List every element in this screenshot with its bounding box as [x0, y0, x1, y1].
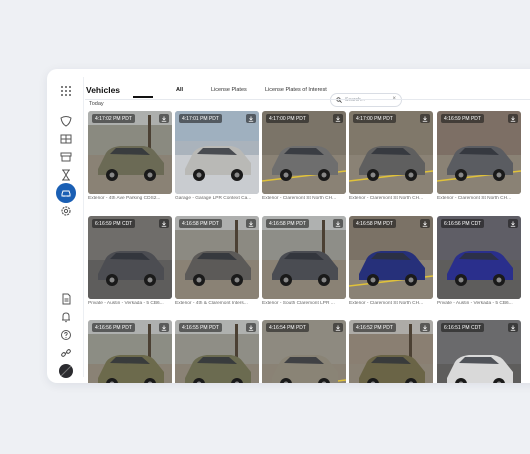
vehicle-card[interactable]: 4:16:54 PM PDT [262, 320, 346, 383]
download-icon[interactable] [508, 323, 518, 332]
search-icon [336, 97, 342, 103]
vehicle-thumbnail[interactable]: 4:16:58 PM PDT [349, 216, 433, 299]
vehicle-thumbnail[interactable]: 4:16:58 PM PDT [262, 216, 346, 299]
download-icon[interactable] [508, 114, 518, 123]
hourglass-icon[interactable] [56, 165, 76, 185]
vehicle-thumbnail[interactable]: 6:16:56 PM CDT [437, 216, 521, 299]
download-icon[interactable] [333, 323, 343, 332]
download-icon[interactable] [159, 114, 169, 123]
vehicle-card[interactable]: 4:16:55 PM PDT [175, 320, 259, 383]
vehicle-card[interactable]: 4:17:01 PM PDT Garage - Garage LPR Conte… [175, 111, 259, 201]
vehicle-thumbnail[interactable]: 4:16:58 PM PDT [175, 216, 259, 299]
vehicle-card[interactable]: 4:17:00 PM PDT Exterior - Claremont St N… [349, 111, 433, 201]
download-icon[interactable] [246, 114, 256, 123]
timestamp-badge: 4:17:02 PM PDT [92, 114, 135, 123]
document-icon[interactable] [56, 289, 76, 309]
vehicle-thumbnail[interactable]: 6:16:59 PM CDT [88, 216, 172, 299]
page-header: Vehicles All License Plates License Plat… [85, 79, 530, 107]
avatar[interactable] [56, 361, 76, 381]
vehicle-thumbnail[interactable]: 4:17:00 PM PDT [349, 111, 433, 194]
sidebar-rail [55, 77, 77, 378]
vehicle-card[interactable]: 4:16:52 PM PDT [349, 320, 433, 383]
vehicle-thumbnail[interactable]: 6:16:51 PM CDT [437, 320, 521, 383]
section-label: Today [89, 101, 104, 107]
camera-caption: Exterior - Claremont St North CH... [262, 196, 337, 201]
vehicle-thumbnail[interactable]: 4:16:52 PM PDT [349, 320, 433, 383]
timestamp-badge: 4:17:00 PM PDT [353, 114, 396, 123]
timestamp-badge: 4:16:56 PM PDT [92, 323, 135, 332]
camera-caption: Private - Austin - Verkada - 5 CB6... [88, 301, 164, 306]
camera-caption: Exterior - Claremont St North CH... [349, 196, 424, 201]
shield-icon[interactable] [56, 111, 76, 131]
apps-grid-icon[interactable] [56, 81, 76, 101]
active-tab-indicator [133, 96, 153, 98]
app-window: Vehicles All License Plates License Plat… [47, 69, 530, 383]
vehicle-thumbnail[interactable]: 4:16:59 PM PDT [437, 111, 521, 194]
download-icon[interactable] [159, 323, 169, 332]
download-icon[interactable] [420, 114, 430, 123]
timestamp-badge: 6:16:56 PM CDT [441, 219, 485, 228]
search-box[interactable]: Search... × [330, 93, 402, 107]
camera-caption: Exterior - Claremont St North CH... [349, 301, 424, 306]
vehicle-card[interactable]: 4:16:56 PM PDT [88, 320, 172, 383]
vehicle-thumbnail[interactable]: 4:17:02 PM PDT [88, 111, 172, 194]
download-icon[interactable] [246, 323, 256, 332]
download-icon[interactable] [420, 323, 430, 332]
vehicle-card[interactable]: 6:16:59 PM CDT Private - Austin - Verkad… [88, 216, 172, 306]
timestamp-badge: 4:16:58 PM PDT [353, 219, 396, 228]
download-icon[interactable] [246, 219, 256, 228]
vehicle-card[interactable]: 4:16:58 PM PDT Exterior - South Claremon… [262, 216, 346, 306]
download-icon[interactable] [159, 219, 169, 228]
camera-caption: Exterior - South Claremont LPR ... [262, 301, 335, 306]
vehicle-card[interactable]: 6:16:56 PM CDT Private - Austin - Verkad… [437, 216, 521, 306]
bell-icon[interactable] [56, 307, 76, 327]
vehicle-card[interactable]: 4:17:00 PM PDT Exterior - Claremont St N… [262, 111, 346, 201]
tab-all[interactable]: All [176, 87, 183, 97]
header-divider [85, 99, 530, 100]
camera-caption: Exterior - Claremont St North CH... [437, 196, 512, 201]
timestamp-badge: 4:16:55 PM PDT [179, 323, 222, 332]
timestamp-badge: 6:16:59 PM CDT [92, 219, 136, 228]
archive-icon[interactable] [56, 147, 76, 167]
vehicle-thumbnail[interactable]: 4:17:00 PM PDT [262, 111, 346, 194]
vehicle-icon[interactable] [56, 183, 76, 203]
timestamp-badge: 6:16:51 PM CDT [441, 323, 485, 332]
vehicle-card[interactable]: 6:16:51 PM CDT [437, 320, 521, 383]
link-icon[interactable] [56, 343, 76, 363]
vehicle-thumbnail[interactable]: 4:16:55 PM PDT [175, 320, 259, 383]
timestamp-badge: 4:16:58 PM PDT [179, 219, 222, 228]
timestamp-badge: 4:16:52 PM PDT [353, 323, 396, 332]
vehicle-thumbnail[interactable]: 4:16:54 PM PDT [262, 320, 346, 383]
timestamp-badge: 4:17:01 PM PDT [179, 114, 222, 123]
timestamp-badge: 4:16:59 PM PDT [441, 114, 484, 123]
camera-caption: Garage - Garage LPR Context Ca... [175, 196, 252, 201]
download-icon[interactable] [420, 219, 430, 228]
timestamp-badge: 4:16:58 PM PDT [266, 219, 309, 228]
vehicle-thumbnail[interactable]: 4:16:56 PM PDT [88, 320, 172, 383]
vehicle-thumbnail[interactable]: 4:17:01 PM PDT [175, 111, 259, 194]
timestamp-badge: 4:17:00 PM PDT [266, 114, 309, 123]
vehicle-card[interactable]: 4:16:59 PM PDT Exterior - Claremont St N… [437, 111, 521, 201]
timestamp-badge: 4:16:54 PM PDT [266, 323, 309, 332]
camera-caption: Private - Austin - Verkada - 5 CB6... [437, 301, 513, 306]
camera-caption: Exterior - 4th Ave Parking CDS2... [88, 196, 161, 201]
tab-license-plates-of-interest[interactable]: License Plates of Interest [265, 87, 327, 97]
sidebar-divider [83, 77, 84, 377]
vehicle-card[interactable]: 4:17:02 PM PDT Exterior - 4th Ave Parkin… [88, 111, 172, 201]
help-icon[interactable] [56, 325, 76, 345]
download-icon[interactable] [508, 219, 518, 228]
download-icon[interactable] [333, 219, 343, 228]
page-title: Vehicles [86, 85, 121, 95]
floorplan-icon[interactable] [56, 129, 76, 149]
search-input[interactable]: Search... [345, 97, 365, 103]
vehicle-card[interactable]: 4:16:58 PM PDT Exterior - Claremont St N… [349, 216, 433, 306]
settings-gear-icon[interactable] [56, 201, 76, 221]
download-icon[interactable] [333, 114, 343, 123]
tab-license-plates[interactable]: License Plates [211, 87, 247, 97]
vehicle-card[interactable]: 4:16:58 PM PDT Exterior - 4th & Claremon… [175, 216, 259, 306]
camera-caption: Exterior - 4th & Claremont Inters... [175, 301, 248, 306]
